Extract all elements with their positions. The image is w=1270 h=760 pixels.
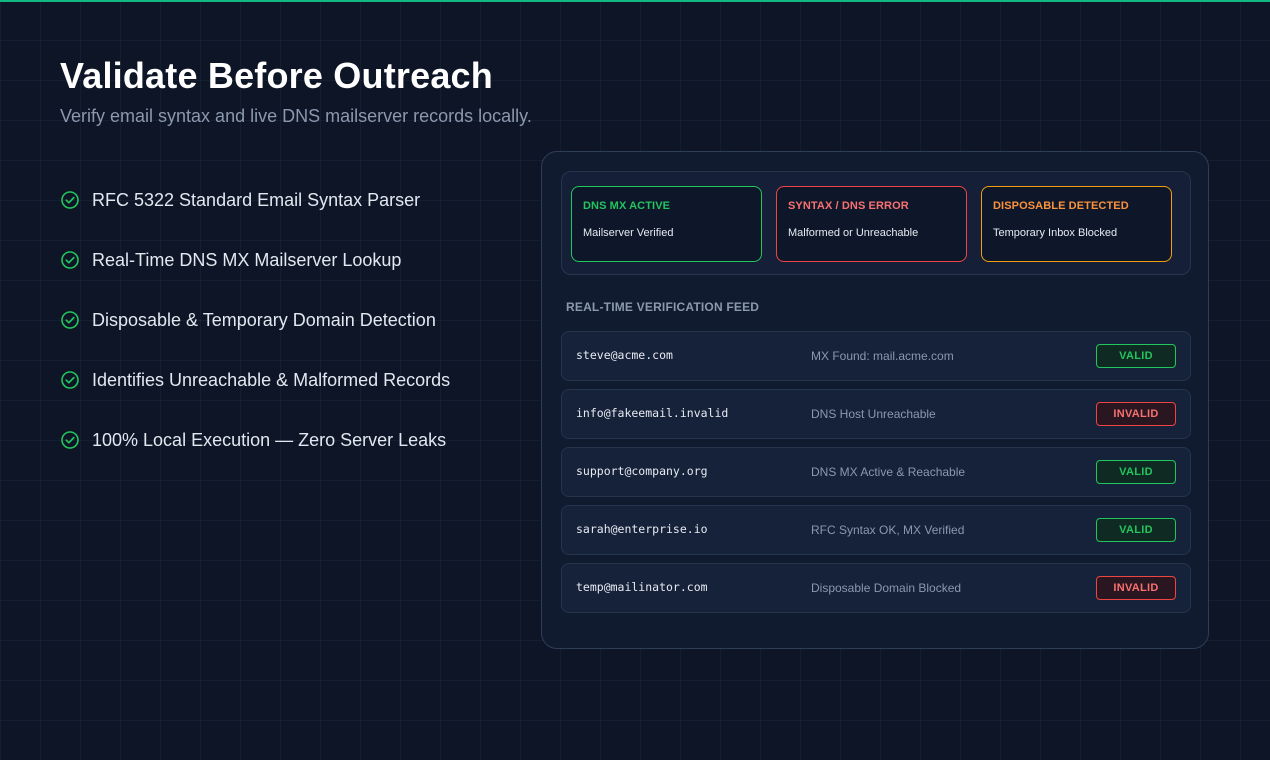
feature-item: RFC 5322 Standard Email Syntax Parser — [60, 188, 450, 212]
check-circle-icon — [60, 430, 80, 450]
legend-description: Malformed or Unreachable — [788, 227, 919, 239]
legend-title: SYNTAX / DNS ERROR — [788, 200, 909, 212]
verification-panel: DNS MX ACTIVE Mailserver Verified SYNTAX… — [541, 151, 1209, 649]
row-email: temp@mailinator.com — [576, 580, 708, 594]
feature-label: 100% Local Execution — Zero Server Leaks — [92, 429, 447, 450]
row-email: support@company.org — [576, 464, 708, 478]
feed-heading: REAL-TIME VERIFICATION FEED — [566, 300, 760, 314]
check-circle-icon — [60, 250, 80, 270]
legend-title: DISPOSABLE DETECTED — [993, 200, 1129, 212]
status-badge: INVALID — [1096, 402, 1176, 426]
status-legend: DNS MX ACTIVE Mailserver Verified SYNTAX… — [561, 171, 1191, 275]
row-status: DNS MX Active & Reachable — [811, 465, 966, 479]
row-status: RFC Syntax OK, MX Verified — [811, 523, 965, 537]
feature-label: Disposable & Temporary Domain Detection — [92, 309, 436, 330]
legend-card-mx-active: DNS MX ACTIVE Mailserver Verified — [571, 186, 762, 262]
feature-item: Disposable & Temporary Domain Detection — [60, 308, 450, 332]
feature-item: Identifies Unreachable & Malformed Recor… — [60, 368, 450, 392]
feature-list: RFC 5322 Standard Email Syntax Parser Re… — [60, 188, 450, 488]
status-badge: VALID — [1096, 518, 1176, 542]
feed-row: support@company.org DNS MX Active & Reac… — [561, 447, 1191, 497]
top-accent-bar — [0, 0, 1270, 2]
row-email: sarah@enterprise.io — [576, 522, 708, 536]
feature-item: 100% Local Execution — Zero Server Leaks — [60, 428, 450, 452]
check-circle-icon — [60, 190, 80, 210]
row-email: info@fakeemail.invalid — [576, 406, 729, 420]
feed-row: info@fakeemail.invalid DNS Host Unreacha… — [561, 389, 1191, 439]
row-status: Disposable Domain Blocked — [811, 581, 962, 595]
feature-label: Identifies Unreachable & Malformed Recor… — [92, 369, 451, 390]
feed-row: temp@mailinator.com Disposable Domain Bl… — [561, 563, 1191, 613]
feature-label: Real-Time DNS MX Mailserver Lookup — [92, 249, 402, 270]
row-email: steve@acme.com — [576, 348, 673, 362]
check-circle-icon — [60, 310, 80, 330]
feature-label: RFC 5322 Standard Email Syntax Parser — [92, 189, 421, 210]
check-circle-icon — [60, 370, 80, 390]
status-badge: INVALID — [1096, 576, 1176, 600]
feed-row: sarah@enterprise.io RFC Syntax OK, MX Ve… — [561, 505, 1191, 555]
legend-card-disposable: DISPOSABLE DETECTED Temporary Inbox Bloc… — [981, 186, 1172, 262]
status-badge: VALID — [1096, 344, 1176, 368]
row-status: MX Found: mail.acme.com — [811, 349, 954, 363]
row-status: DNS Host Unreachable — [811, 407, 936, 421]
page-subtitle: Verify email syntax and live DNS mailser… — [60, 106, 532, 126]
page-title: Validate Before Outreach — [60, 55, 493, 96]
feed-row: steve@acme.com MX Found: mail.acme.com V… — [561, 331, 1191, 381]
legend-title: DNS MX ACTIVE — [583, 200, 671, 212]
legend-card-error: SYNTAX / DNS ERROR Malformed or Unreacha… — [776, 186, 967, 262]
legend-description: Temporary Inbox Blocked — [993, 227, 1118, 239]
legend-description: Mailserver Verified — [583, 227, 674, 239]
feature-item: Real-Time DNS MX Mailserver Lookup — [60, 248, 450, 272]
status-badge: VALID — [1096, 460, 1176, 484]
